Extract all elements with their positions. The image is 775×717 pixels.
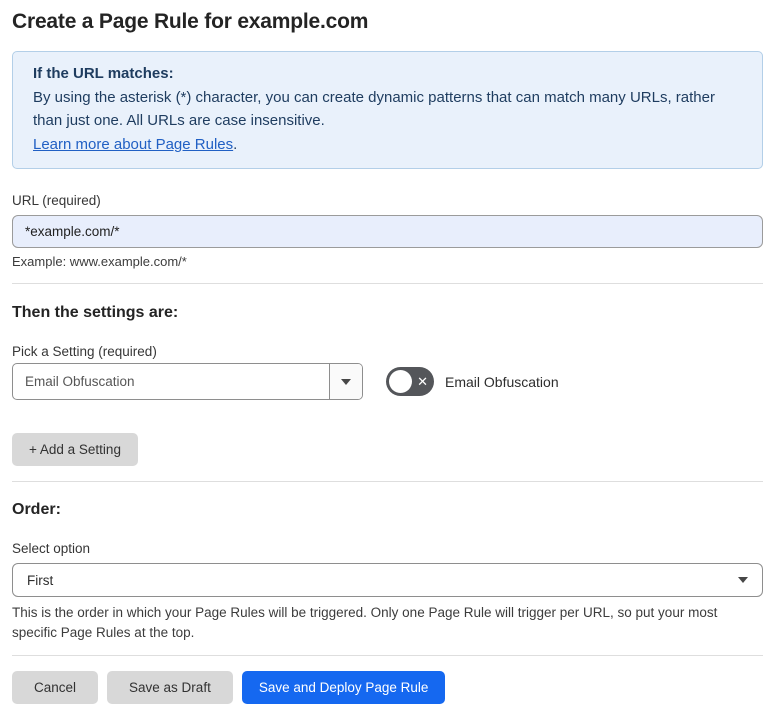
url-label: URL (required) [12, 193, 101, 208]
order-helper-text: This is the order in which your Page Rul… [12, 605, 718, 640]
divider [12, 655, 763, 656]
save-deploy-button[interactable]: Save and Deploy Page Rule [241, 671, 446, 704]
chevron-down-icon [341, 378, 351, 385]
setting-select[interactable]: Email Obfuscation [12, 363, 363, 400]
toggle-setting-label: Email Obfuscation [445, 373, 559, 390]
info-link-suffix: . [233, 135, 238, 153]
url-example-helper: Example: www.example.com/* [12, 254, 187, 269]
add-setting-button[interactable]: + Add a Setting [12, 433, 138, 466]
footer-actions: Cancel Save as Draft Save and Deploy Pag… [12, 671, 763, 704]
toggle-knob [389, 370, 412, 393]
divider [12, 481, 763, 482]
info-box-body-text: By using the asterisk (*) character, you… [33, 88, 715, 130]
order-select-value: First [27, 572, 54, 588]
order-select[interactable]: First [12, 563, 763, 597]
learn-more-link[interactable]: Learn more about Page Rules [33, 136, 233, 153]
chevron-down-icon [738, 577, 748, 583]
page-title: Create a Page Rule for example.com [12, 10, 369, 33]
info-box-heading: If the URL matches: [33, 65, 174, 82]
setting-row: Email Obfuscation ✕ Email Obfuscation [12, 363, 763, 400]
email-obfuscation-toggle[interactable]: ✕ [386, 367, 434, 396]
order-section-heading: Order: [12, 501, 61, 518]
save-draft-button[interactable]: Save as Draft [107, 671, 233, 704]
url-input[interactable] [12, 215, 763, 248]
setting-select-value: Email Obfuscation [25, 374, 135, 389]
divider [12, 283, 763, 284]
order-select-label: Select option [12, 541, 91, 556]
settings-section-heading: Then the settings are: [12, 304, 179, 321]
info-box-body: By using the asterisk (*) character, you… [33, 86, 742, 157]
cancel-button[interactable]: Cancel [12, 671, 99, 704]
url-matches-info-box: If the URL matches: By using the asteris… [12, 51, 763, 169]
setting-select-arrow-button[interactable] [329, 364, 362, 399]
pick-setting-label: Pick a Setting (required) [12, 344, 157, 359]
toggle-off-x-icon: ✕ [417, 373, 428, 389]
